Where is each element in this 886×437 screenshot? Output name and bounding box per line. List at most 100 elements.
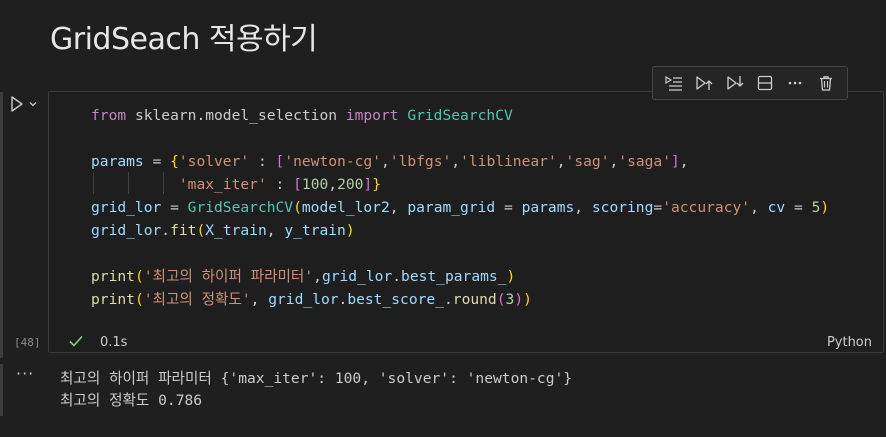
check-icon [69,335,83,347]
punct: . [338,291,348,308]
punct: , [609,153,619,170]
variable: param_grid [407,199,496,216]
bracket: { [170,153,179,170]
bracket: [ [293,176,302,193]
output-focus-bar [0,364,3,416]
attribute: best_score_ [347,291,444,308]
punct: , [266,222,285,239]
output-line: 최고의 정확도 0.786 [60,392,203,409]
function-name: fit [170,222,197,239]
markdown-heading: GridSeach 적용하기 [50,22,318,57]
string: 'max_iter' [178,176,267,193]
play-icon [11,96,23,112]
more-actions-button[interactable] [783,71,807,95]
execute-below-button[interactable] [723,71,747,95]
punct: , [389,199,408,216]
operator: = [653,199,663,216]
bracket: ( [134,268,144,285]
punct: : [266,176,294,193]
variable: grid_lor [268,291,339,308]
language-picker[interactable]: Python [827,335,872,350]
punct: , [313,268,322,285]
bracket: } [372,176,382,193]
function-name: print [91,268,135,285]
number: 200 [337,176,364,193]
split-cell-icon [757,75,773,91]
operator: = [161,199,188,216]
punct: , [750,199,768,216]
output-actions-icon[interactable]: ··· [16,364,34,383]
output-line: 최고의 하이퍼 파라미터 {'max_iter': 100, 'solver':… [60,370,573,387]
punct: . [443,291,453,308]
code-line-6: grid_lor.fit(X_train, y_train) [91,222,355,239]
punct: , [451,153,461,170]
bracket: ( [293,199,302,216]
string: '최고의 정확도' [143,291,251,308]
punct: , [574,199,592,216]
variable: cv [767,199,786,216]
variable: params [521,199,575,216]
string: '최고의 하이퍼 파라미터' [143,268,314,285]
punct: , [556,153,566,170]
operator: = [143,153,171,170]
execute-below-icon [727,76,744,90]
cell-focus-bar [0,92,3,358]
code-line-9: print('최고의 정확도', grid_lor.best_score_.ro… [91,291,532,308]
code-line-8: print('최고의 하이퍼 파라미터',grid_lor.best_param… [91,268,515,285]
module-name: sklearn.model_selection [126,107,346,124]
cell-toolbar [652,66,848,100]
attribute: best_params_ [401,268,507,285]
delete-cell-button[interactable] [814,71,838,95]
keyword: import [345,107,399,124]
bracket: ) [345,222,355,239]
string: 'liblinear' [460,153,557,170]
bracket: ( [196,222,206,239]
operator: = [785,199,812,216]
split-cell-button[interactable] [753,71,777,95]
code-line-4: 'max_iter' : [100,200]} [179,176,381,193]
variable: X_train [205,222,267,239]
punct: , [250,291,269,308]
execute-above-icon [696,76,713,90]
string: 'sag' [565,153,610,170]
execution-count: [48] [14,336,41,349]
punct: : [249,153,276,170]
bracket: ] [671,153,680,170]
cell-output: 최고의 하이퍼 파라미터 {'max_iter': 100, 'solver':… [60,368,572,412]
punct: . [161,222,171,239]
bracket: ( [134,291,144,308]
run-by-line-icon [665,75,683,91]
code-cell-editor[interactable]: from sklearn.model_selection import Grid… [48,91,884,353]
variable: grid_lor [321,268,393,285]
execution-time: 0.1s [100,335,128,350]
bracket: ) [523,291,532,308]
string: 'saga' [618,153,671,170]
bracket: ) [514,291,524,308]
bracket: ] [363,176,373,193]
run-cell-button[interactable] [10,93,46,115]
bracket: [ [275,153,285,170]
string: 'solver' [178,153,250,170]
function-name: round [452,291,497,308]
punct: , [380,153,390,170]
operator: = [495,199,522,216]
bracket: ) [506,268,516,285]
execute-above-button[interactable] [692,71,716,95]
chevron-down-icon[interactable] [28,99,38,109]
string: 'newton-cg' [284,153,381,170]
function-name: print [91,291,135,308]
code-text[interactable]: from sklearn.model_selection import Grid… [91,104,829,311]
bracket: ( [496,291,506,308]
punct: , [679,153,689,170]
number: 100 [301,176,329,193]
keyword: from [91,107,127,124]
string: 'accuracy' [662,199,751,216]
variable: params [91,153,144,170]
variable: grid_lor [91,222,162,239]
code-line-3: params = {'solver' : ['newton-cg','lbfgs… [91,153,689,170]
variable: scoring [591,199,654,216]
code-line-1: from sklearn.model_selection import Grid… [91,107,513,124]
class-name: GridSearchCV [398,107,513,124]
run-by-line-button[interactable] [662,71,686,95]
punct: . [392,268,402,285]
